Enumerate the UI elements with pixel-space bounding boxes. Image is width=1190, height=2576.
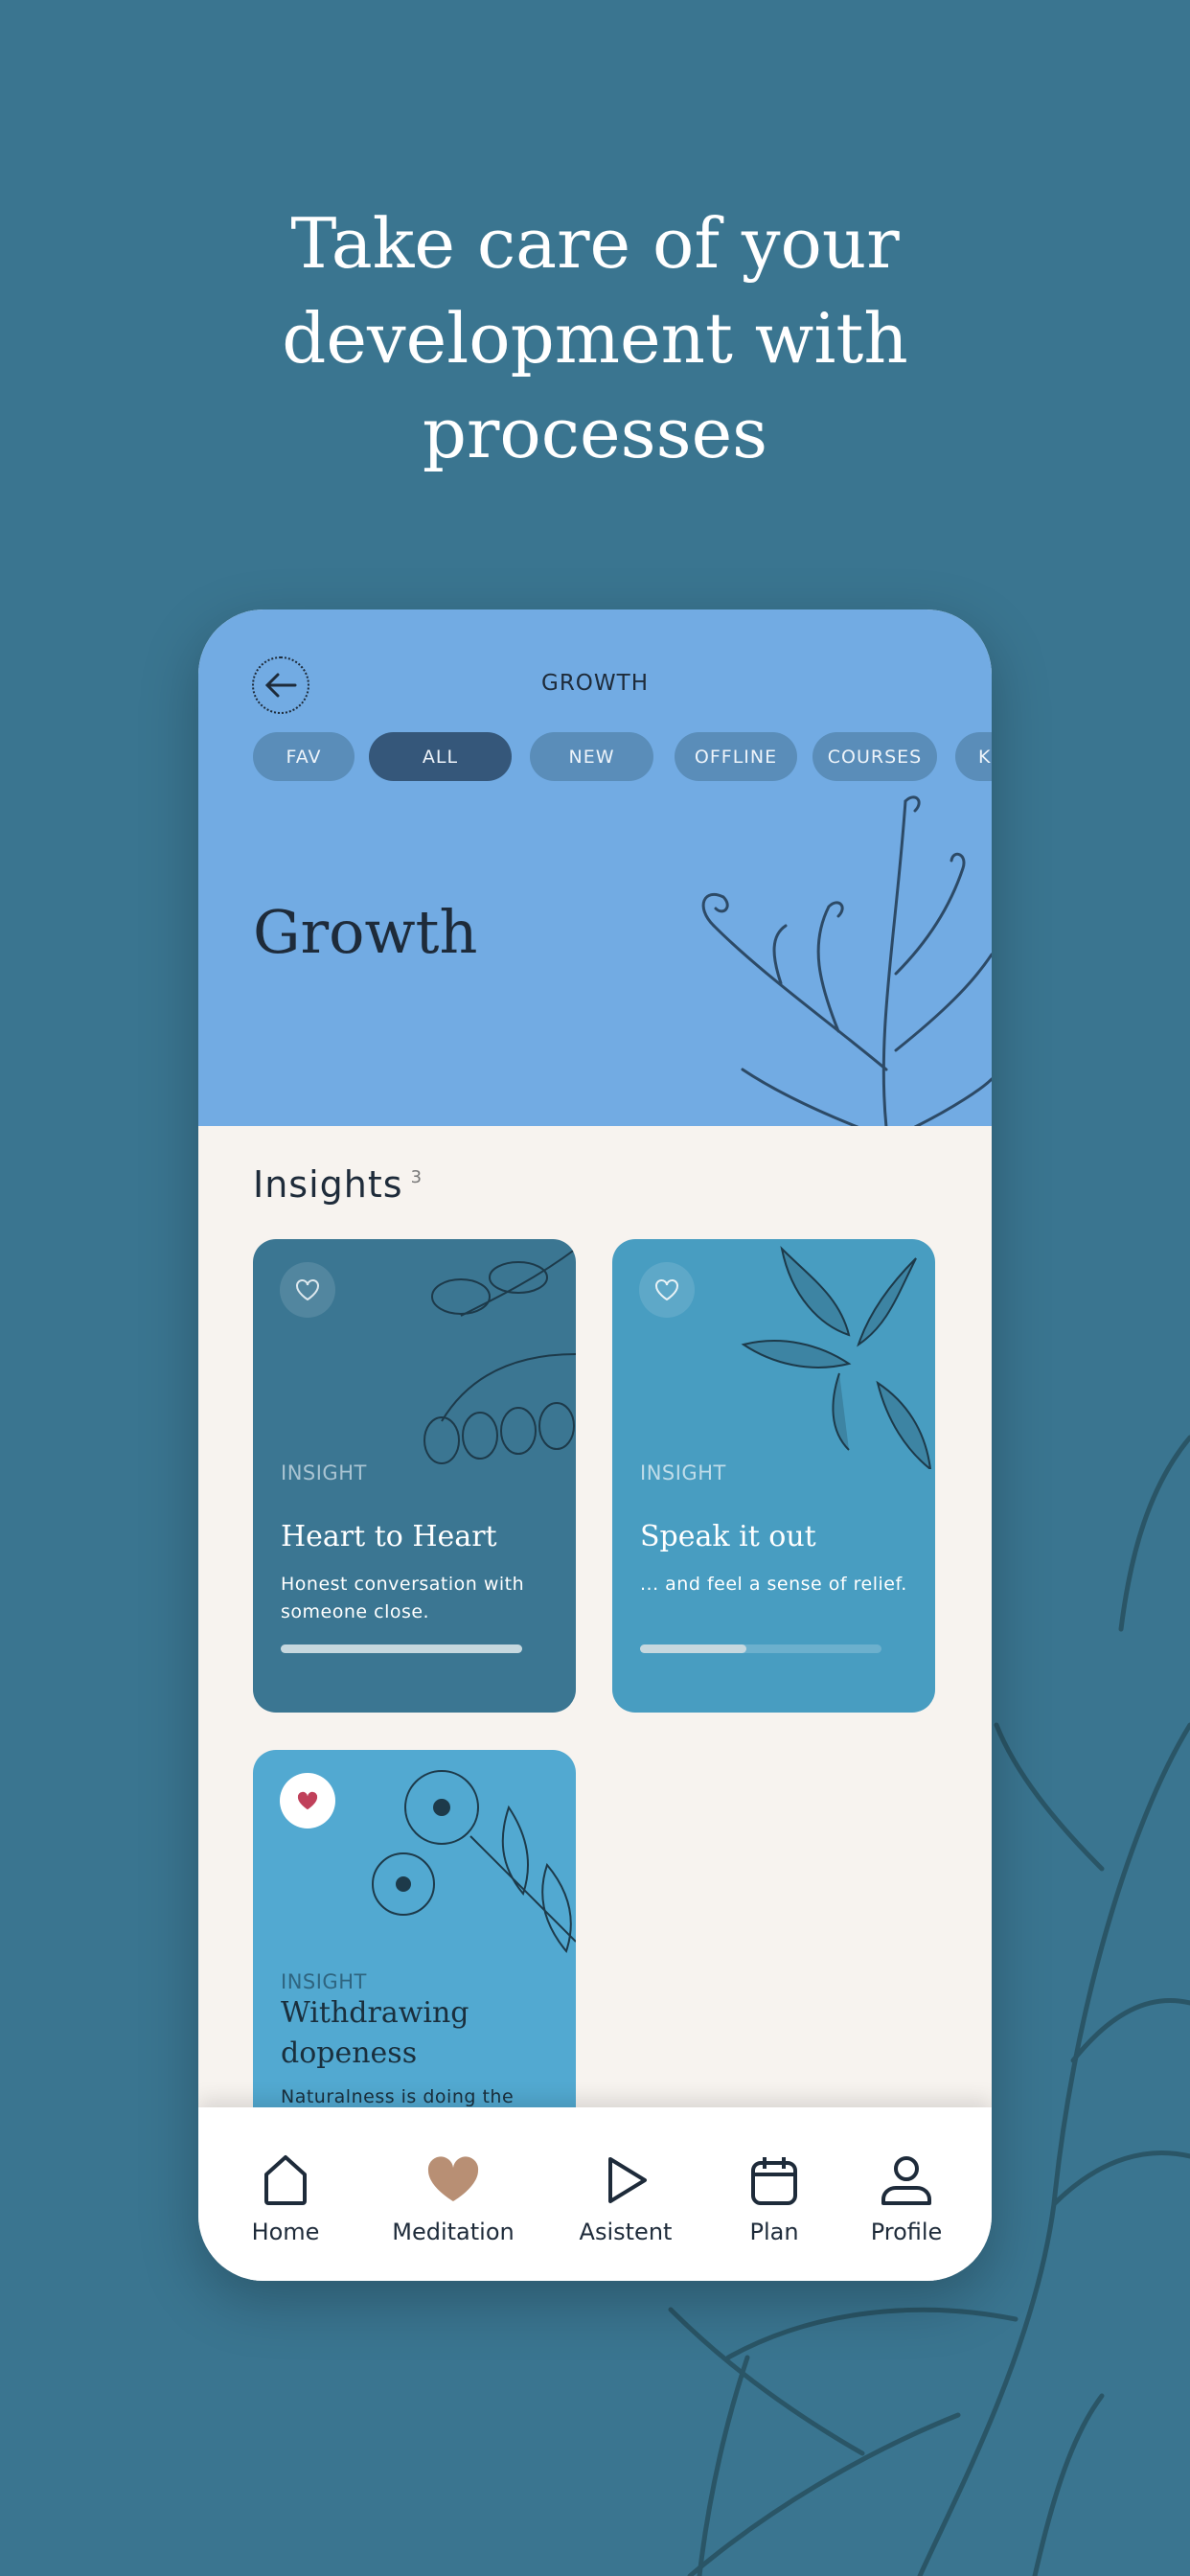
hero-heading: Take care of your development with proce… xyxy=(0,196,1190,481)
progress-fill xyxy=(281,1644,522,1653)
card-title: Speak it out xyxy=(640,1520,816,1553)
heart-outline-icon xyxy=(296,1279,319,1301)
card-type: INSIGHT xyxy=(281,1461,367,1484)
card-type: INSIGHT xyxy=(281,1970,367,1993)
heart-filled-icon xyxy=(297,1791,318,1810)
section-title: Insights 3 xyxy=(253,1163,423,1206)
chip-offline[interactable]: OFFLINE xyxy=(675,732,797,781)
plant-illustration xyxy=(701,795,992,1126)
nav-asistent[interactable]: Asistent xyxy=(549,2153,702,2245)
insight-card[interactable]: INSIGHT Heart to Heart Honest conversati… xyxy=(253,1239,576,1713)
chip-all[interactable]: ALL xyxy=(369,732,512,781)
flower-illustration xyxy=(372,1770,576,1954)
nav-label: Plan xyxy=(749,2219,799,2245)
heart-outline-icon xyxy=(655,1279,678,1301)
section-count: 3 xyxy=(410,1167,423,1187)
favorite-button[interactable] xyxy=(639,1262,695,1318)
chip-courses[interactable]: COURSES xyxy=(812,732,937,781)
calendar-icon xyxy=(751,2157,797,2205)
favorite-button[interactable] xyxy=(280,1262,335,1318)
card-description: ... and feel a sense of relief. xyxy=(640,1574,907,1595)
chip-fav[interactable]: FAV xyxy=(253,732,355,781)
nav-profile[interactable]: Profile xyxy=(830,2153,983,2245)
card-description: Honest conversation with someone close. xyxy=(281,1574,525,1622)
orchid-illustration xyxy=(741,1245,932,1469)
play-icon xyxy=(608,2157,647,2203)
favorite-button[interactable] xyxy=(280,1773,335,1828)
leaf-illustration xyxy=(423,1248,576,1464)
nav-home[interactable]: Home xyxy=(209,2153,362,2245)
phone-screen: GROWTH FAV ALL NEW OFFLINE COURSES K Gro… xyxy=(198,610,992,2281)
nav-label: Meditation xyxy=(392,2219,515,2245)
nav-plan[interactable]: Plan xyxy=(698,2153,851,2245)
home-icon xyxy=(264,2155,307,2205)
progress-bar xyxy=(640,1644,881,1653)
category-heading: Growth xyxy=(253,897,478,967)
hero-line: processes xyxy=(422,393,768,473)
category-header: GROWTH FAV ALL NEW OFFLINE COURSES K Gro… xyxy=(198,610,992,1126)
card-type: INSIGHT xyxy=(640,1461,726,1484)
nav-label: Profile xyxy=(870,2219,943,2245)
section-label: Insights xyxy=(253,1163,403,1206)
chip-k[interactable]: K xyxy=(955,732,992,781)
profile-icon xyxy=(881,2156,931,2205)
progress-fill xyxy=(640,1644,746,1653)
screen-title: GROWTH xyxy=(541,671,649,696)
bottom-navigation: Home Meditation Asistent Plan Profile xyxy=(198,2107,992,2281)
insight-card[interactable]: INSIGHT Speak it out ... and feel a sens… xyxy=(612,1239,935,1713)
nav-meditation[interactable]: Meditation xyxy=(377,2153,530,2245)
chip-new[interactable]: NEW xyxy=(530,732,653,781)
card-title: Withdrawing dopeness xyxy=(281,1996,469,2070)
nav-label: Home xyxy=(251,2219,320,2245)
heart-icon xyxy=(427,2156,479,2201)
card-title: Heart to Heart xyxy=(281,1520,497,1553)
progress-bar xyxy=(281,1644,522,1653)
nav-label: Asistent xyxy=(579,2219,673,2245)
hero-line: Take care of your xyxy=(290,203,900,284)
hero-line: development with xyxy=(282,298,908,379)
